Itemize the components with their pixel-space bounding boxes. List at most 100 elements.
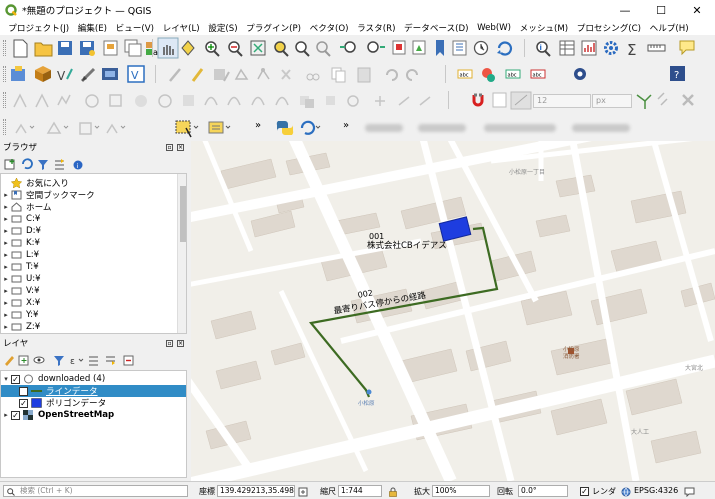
simplify-icon[interactable]	[57, 94, 71, 106]
menu-processing[interactable]: プロセシング(C)	[572, 22, 645, 34]
offset-curve-icon[interactable]	[227, 96, 241, 106]
annotation-icon[interactable]	[106, 123, 126, 134]
browser-item-favorites[interactable]: お気に入り	[1, 177, 69, 189]
zoom-to-layer-icon[interactable]	[295, 41, 310, 57]
settings-gear-icon[interactable]	[604, 41, 618, 55]
remove-layer-icon[interactable]	[123, 355, 134, 366]
float-panel-icon[interactable]: ▫	[166, 340, 173, 347]
add-feature-icon[interactable]	[234, 68, 249, 80]
snapping-type-icon[interactable]	[510, 91, 532, 110]
open-project-icon[interactable]	[34, 42, 53, 57]
menu-project[interactable]: プロジェクト(J)	[4, 22, 73, 34]
statistics-icon[interactable]	[581, 40, 597, 56]
snapping-settings-icon[interactable]	[682, 94, 694, 106]
refresh-plugin-icon[interactable]	[300, 120, 321, 135]
identify-icon[interactable]: i	[536, 41, 551, 57]
layer-item-polygon-data[interactable]: ✓ ポリゴンデータ	[1, 397, 186, 409]
layer-visibility-checkbox[interactable]: ✓	[11, 374, 20, 384]
digitize-icon[interactable]	[80, 67, 96, 83]
zoom-last-icon[interactable]	[340, 41, 356, 53]
visibility-icon[interactable]	[33, 356, 45, 364]
virtual-layer-icon[interactable]: V	[127, 65, 145, 83]
layer-visibility-checkbox[interactable]: ✓	[11, 410, 20, 420]
snapping-magnet-icon[interactable]	[472, 93, 484, 107]
close-button[interactable]: ✕	[679, 0, 715, 20]
reshape-icon[interactable]	[204, 96, 218, 106]
cut-features-icon[interactable]	[306, 73, 320, 81]
scale-field[interactable]: 1:744	[338, 485, 382, 497]
browser-item-drive-y[interactable]: ▸ Y:¥	[1, 309, 38, 321]
expand-all-icon[interactable]	[89, 356, 98, 366]
menu-mesh[interactable]: メッシュ(M)	[515, 22, 572, 34]
refresh-browser-icon[interactable]	[22, 158, 33, 170]
new-map-view-icon[interactable]	[392, 40, 406, 55]
plugin-icon[interactable]	[574, 68, 586, 80]
layer-item-line-data[interactable]: ✓ ラインデータ	[1, 385, 186, 397]
measure-line-icon[interactable]	[15, 123, 35, 134]
layout-manager-icon[interactable]	[124, 39, 142, 57]
zoom-native-icon[interactable]	[316, 41, 331, 57]
help-icon[interactable]: ?	[670, 66, 685, 81]
fill-ring-icon[interactable]	[135, 95, 147, 107]
new-project-icon[interactable]	[13, 39, 28, 58]
menu-help[interactable]: ヘルプ(H)	[645, 22, 693, 34]
menu-raster[interactable]: ラスタ(R)	[353, 22, 400, 34]
save-as-icon[interactable]	[80, 41, 95, 56]
messages-icon[interactable]	[684, 486, 695, 497]
enable-properties-icon[interactable]: i	[73, 160, 83, 171]
collapse-all-icon[interactable]	[55, 159, 64, 170]
menu-plugins[interactable]: プラグイン(P)	[242, 22, 305, 34]
split-parts-icon[interactable]	[275, 96, 289, 106]
current-edits-icon[interactable]	[169, 68, 181, 82]
add-ring-icon[interactable]	[85, 94, 99, 108]
reverse-line-icon[interactable]	[398, 96, 410, 106]
zoom-in-icon[interactable]	[205, 41, 220, 57]
menu-layer[interactable]: レイヤ(L)	[158, 22, 204, 34]
browser-item-drive-v[interactable]: ▸ V:¥	[1, 285, 39, 297]
change-label-icon[interactable]: abc	[530, 69, 546, 79]
layout-icon[interactable]	[103, 40, 118, 56]
toolbar-overflow-button[interactable]: »	[343, 120, 349, 131]
filter-legend-icon[interactable]	[54, 356, 64, 366]
merge-features-icon[interactable]	[300, 96, 314, 108]
add-layer-icon[interactable]	[102, 68, 118, 80]
browser-item-drive-t[interactable]: ▸ T:¥	[1, 261, 38, 273]
float-panel-icon[interactable]: ▫	[166, 144, 173, 151]
delete-part-icon[interactable]	[183, 95, 194, 106]
layer-visibility-checkbox[interactable]: ✓	[19, 398, 28, 408]
measure-area-icon[interactable]	[46, 121, 69, 134]
menu-view[interactable]: ビュー(V)	[111, 22, 158, 34]
browser-item-drive-c[interactable]: ▸ C:¥	[1, 213, 40, 225]
temporal-controller-icon[interactable]	[473, 40, 489, 56]
bookmark-icon[interactable]	[436, 40, 444, 56]
scrollbar-thumb[interactable]	[180, 186, 186, 242]
add-selected-layers-icon[interactable]	[4, 159, 15, 170]
data-source-manager-icon[interactable]	[11, 66, 25, 81]
snapping-units-select[interactable]: px	[592, 94, 632, 108]
snapping-tolerance-input[interactable]: 12	[533, 94, 591, 108]
pin-labels-icon[interactable]: abc	[505, 69, 521, 79]
move-label-icon[interactable]	[375, 96, 385, 106]
map-canvas[interactable]: 001 株式会社CBイデアス 002 最寄りバス停からの経路 小松原一丁目 小松…	[191, 141, 715, 481]
map-tips-icon[interactable]	[679, 40, 695, 56]
menu-database[interactable]: データベース(D)	[400, 22, 473, 34]
coordinate-field[interactable]: 139.429213,35.498505	[217, 485, 295, 497]
minimize-button[interactable]: —	[607, 0, 643, 20]
browser-scrollbar[interactable]	[177, 174, 186, 333]
magnifier-field[interactable]: 100%	[432, 485, 490, 497]
select-features-icon[interactable]	[175, 120, 199, 138]
close-panel-icon[interactable]: ×	[177, 144, 184, 151]
zoom-to-selection-icon[interactable]	[274, 41, 289, 57]
menu-vector[interactable]: ベクタ(O)	[305, 22, 353, 34]
save-edits-icon[interactable]	[214, 69, 230, 82]
filter-expression-icon[interactable]: ε	[70, 357, 84, 367]
attribute-table-icon[interactable]	[559, 40, 575, 56]
extents-toggle-icon[interactable]	[298, 487, 308, 497]
browser-item-drive-k[interactable]: ▸ K:¥	[1, 237, 40, 249]
label-toolbar-icon[interactable]: abc	[457, 69, 473, 79]
collapse-layers-icon[interactable]	[106, 356, 115, 365]
self-snapping-icon[interactable]	[657, 92, 668, 106]
new-geopackage-icon[interactable]	[35, 66, 51, 82]
zoom-out-icon[interactable]	[228, 41, 243, 57]
toggle-editing-icon[interactable]	[191, 68, 204, 82]
